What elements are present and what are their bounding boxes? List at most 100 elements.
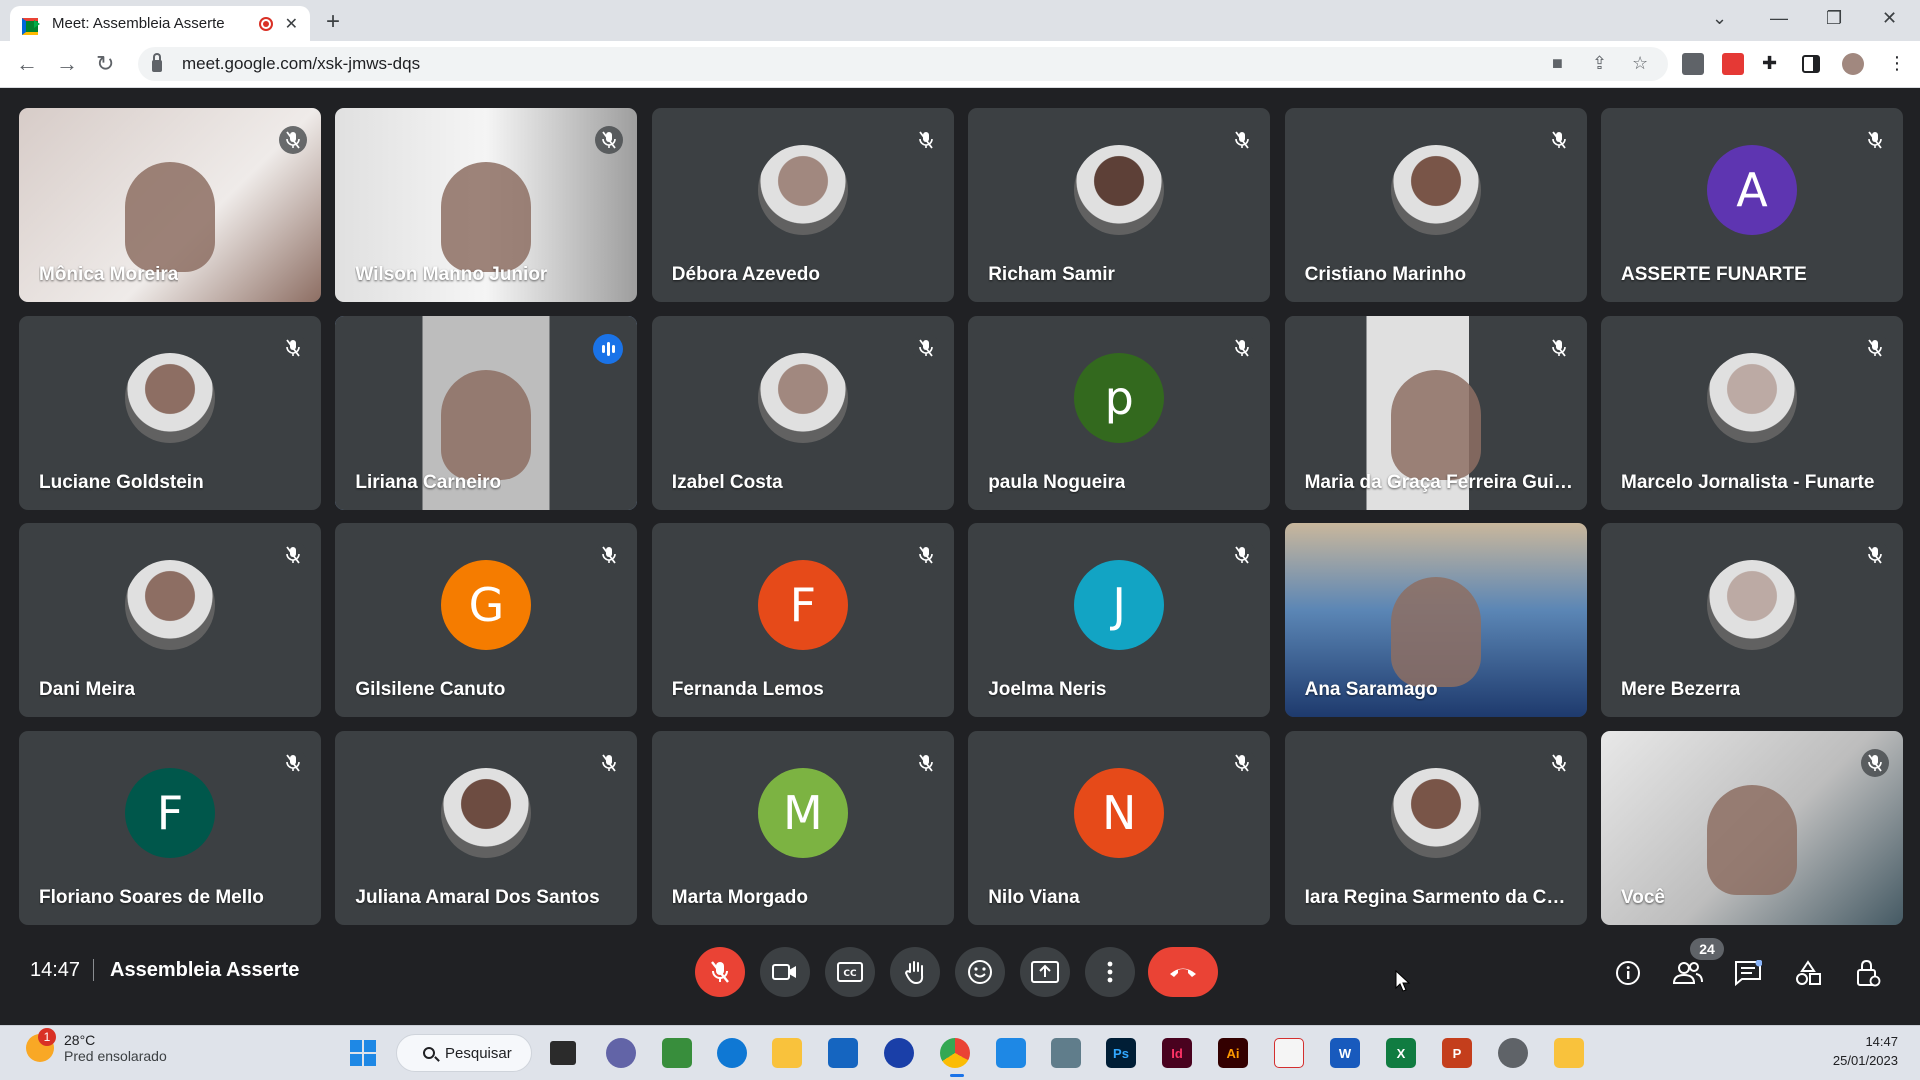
photoshop-app-icon[interactable]: Ps (1106, 1038, 1136, 1068)
share-icon[interactable]: ⇪ (1592, 53, 1607, 74)
participant-tile[interactable]: F Floriano Soares de Mello (19, 730, 321, 925)
facebook-extension-icon[interactable] (1682, 53, 1704, 75)
muted-mic-icon (1228, 333, 1257, 362)
avatar-photo (1390, 767, 1481, 858)
participant-tile[interactable]: Juliana Amaral Dos Santos (335, 730, 638, 925)
minimize-button[interactable]: — (1770, 8, 1788, 29)
back-button[interactable]: ← (16, 51, 38, 77)
participant-tile[interactable]: M Marta Morgado (651, 730, 954, 925)
edge-browser-icon[interactable] (717, 1038, 747, 1068)
participant-tile[interactable]: Débora Azevedo (651, 108, 954, 302)
participant-tile[interactable]: p paula Nogueira (968, 315, 1271, 510)
participant-tile[interactable]: F Fernanda Lemos (651, 523, 954, 717)
windows-logo-icon (350, 1040, 376, 1066)
microsoft-store-icon[interactable] (828, 1038, 858, 1068)
participant-tile[interactable]: Ana Saramago (1284, 523, 1587, 717)
address-bar[interactable]: meet.google.com/xsk-jmws-dqs (138, 47, 1668, 81)
notification-badge: 1 (38, 1028, 56, 1046)
forward-button[interactable]: → (56, 51, 78, 77)
participant-tile[interactable]: Luciane Goldstein (19, 315, 321, 510)
present-screen-button[interactable] (1020, 947, 1070, 997)
raise-hand-button[interactable] (890, 947, 940, 997)
participant-name: Débora Azevedo (671, 264, 820, 285)
notepad-app-icon[interactable] (996, 1038, 1026, 1068)
avatar-photo (125, 352, 215, 443)
activities-button[interactable] (1788, 953, 1828, 993)
extensions-puzzle-icon[interactable]: ✚ (1762, 53, 1777, 74)
sun-weather-icon: 1 (26, 1028, 56, 1062)
muted-mic-icon (279, 333, 307, 362)
chat-button[interactable] (1728, 953, 1768, 993)
side-panel-icon[interactable] (1802, 55, 1820, 73)
browser-menu-icon[interactable]: ⋮ (1888, 53, 1906, 74)
participant-name: Mônica Moreira (39, 264, 179, 285)
participant-tile[interactable]: N Nilo Viana (968, 730, 1271, 925)
system-clock[interactable]: 14:47 25/01/2023 (1833, 1032, 1898, 1070)
browser-tab[interactable]: Meet: Assembleia Asserte ✕ (10, 6, 310, 41)
weather-description: Pred ensolarado (64, 1048, 167, 1064)
person-silhouette (1390, 577, 1481, 688)
participant-tile[interactable]: Dani Meira (19, 523, 321, 717)
avatar-photo (1707, 560, 1797, 650)
reactions-button[interactable] (955, 947, 1005, 997)
meeting-details-button[interactable] (1608, 953, 1648, 993)
chrome-browser-icon[interactable] (940, 1038, 970, 1068)
teams-chat-icon[interactable] (606, 1038, 636, 1068)
microphone-toggle-button[interactable] (695, 947, 745, 997)
address-url: meet.google.com/xsk-jmws-dqs (182, 54, 421, 73)
powerpoint-app-icon[interactable]: P (1442, 1038, 1472, 1068)
more-options-button[interactable] (1085, 947, 1135, 997)
emoji-smile-icon (968, 960, 992, 984)
calculator-app-icon[interactable] (1051, 1038, 1081, 1068)
participant-tile[interactable]: Marcelo Jornalista - Funarte (1601, 315, 1903, 510)
tab-close-icon[interactable]: ✕ (285, 14, 298, 34)
participant-tile[interactable]: Izabel Costa (651, 315, 954, 510)
restore-button[interactable]: ❐ (1826, 8, 1842, 29)
participant-tile[interactable]: Cristiano Marinho (1284, 108, 1587, 302)
weather-widget[interactable]: 1 28°C Pred ensolarado (26, 1028, 167, 1064)
word-app-icon[interactable]: W (1330, 1038, 1360, 1068)
leave-call-button[interactable] (1148, 947, 1218, 997)
participant-tile[interactable]: Iara Regina Sarmento da Costa (1284, 730, 1587, 925)
red-extension-icon[interactable] (1722, 53, 1744, 75)
person-silhouette (441, 162, 532, 273)
participant-tile[interactable]: Mônica Moreira (19, 108, 321, 302)
participant-grid: Mônica Moreira Wilson Manno Junior Débora … (19, 108, 1903, 925)
new-tab-button[interactable]: + (326, 8, 340, 36)
tab-search-chevron-icon[interactable]: ⌄ (1712, 8, 1727, 29)
muted-mic-icon (1861, 333, 1889, 362)
muted-mic-icon (1228, 541, 1257, 569)
participant-tile[interactable]: Maria da Graça Ferreira Guim... (1284, 315, 1587, 510)
window-close-button[interactable]: ✕ (1882, 8, 1897, 29)
illustrator-app-icon[interactable]: Ai (1218, 1038, 1248, 1068)
excel-app-icon[interactable]: X (1386, 1038, 1416, 1068)
acrobat-app-icon[interactable] (1274, 1038, 1304, 1068)
start-button[interactable] (348, 1038, 378, 1068)
indesign-app-icon[interactable]: Id (1162, 1038, 1192, 1068)
folder-app-icon[interactable] (1554, 1038, 1584, 1068)
participant-tile[interactable]: Wilson Manno Junior (335, 108, 638, 302)
participant-tile[interactable]: Liriana Carneiro (335, 315, 638, 510)
camera-in-use-icon[interactable]: ■ (1552, 53, 1563, 74)
windows-taskbar: 1 28°C Pred ensolarado Pesquisar Ps Id A… (0, 1025, 1920, 1080)
task-view-icon[interactable] (550, 1041, 576, 1065)
participant-tile[interactable]: Você (1601, 730, 1903, 925)
reload-button[interactable]: ↻ (96, 51, 114, 77)
taskbar-search[interactable]: Pesquisar (396, 1034, 532, 1072)
participant-tile[interactable]: G Gilsilene Canuto (335, 523, 638, 717)
participant-name: Wilson Manno Junior (355, 264, 548, 285)
camera-toggle-button[interactable] (760, 947, 810, 997)
participant-name: Izabel Costa (671, 471, 783, 493)
cortana-app-icon[interactable] (884, 1038, 914, 1068)
bookmark-star-icon[interactable]: ☆ (1632, 53, 1648, 74)
participant-tile[interactable]: Richam Samir (968, 108, 1271, 302)
settings-gear-icon[interactable] (1498, 1038, 1528, 1068)
host-controls-button[interactable] (1848, 953, 1888, 993)
profile-avatar[interactable] (1842, 53, 1864, 75)
participant-tile[interactable]: Mere Bezerra (1601, 523, 1903, 717)
participant-tile[interactable]: A ASSERTE FUNARTE (1601, 108, 1903, 302)
spreadsheet-app-icon[interactable] (662, 1038, 692, 1068)
captions-button[interactable]: CC (825, 947, 875, 997)
participant-tile[interactable]: J Joelma Neris (968, 523, 1271, 717)
file-explorer-icon[interactable] (772, 1038, 802, 1068)
